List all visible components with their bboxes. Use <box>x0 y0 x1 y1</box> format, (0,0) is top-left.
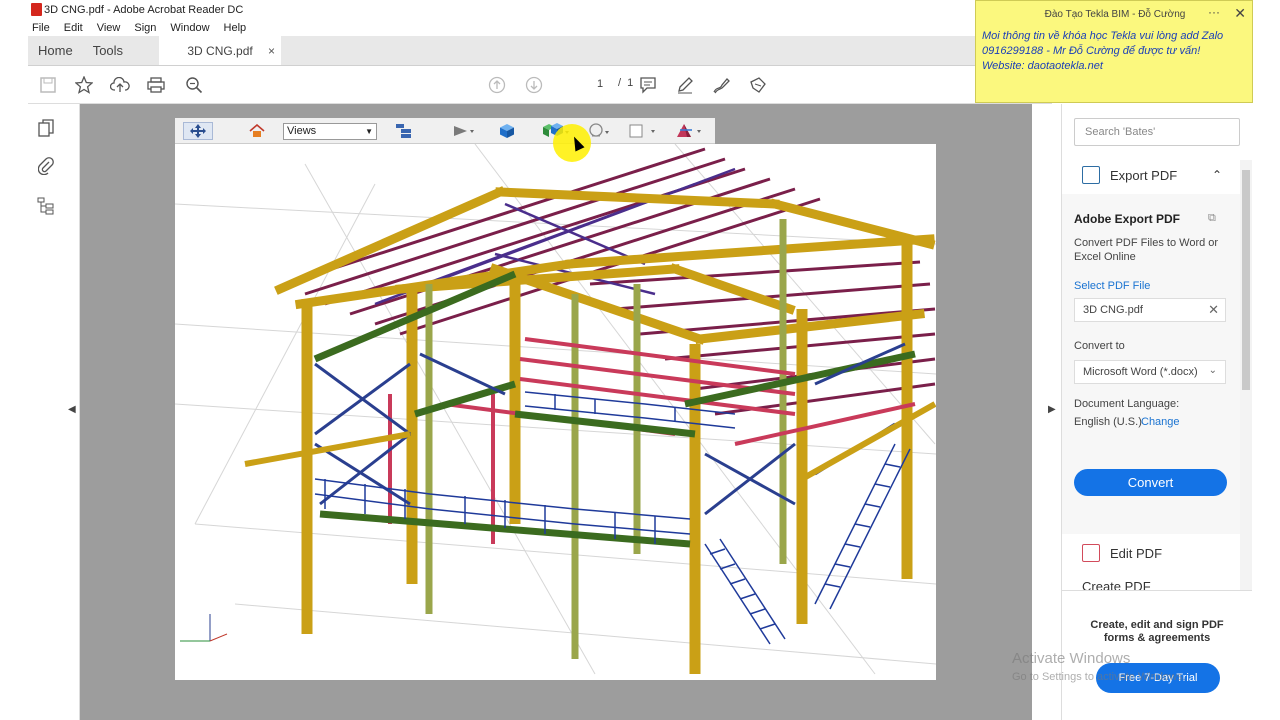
acrobat-pdf-icon <box>31 3 42 16</box>
3d-model-canvas <box>175 144 936 675</box>
share-send-icon[interactable] <box>748 75 768 95</box>
notification-line-3: Website: daotaotekla.net <box>982 60 1103 72</box>
page-total: 1 <box>627 77 634 89</box>
next-page-icon[interactable] <box>524 75 544 95</box>
document-language-value: English (U.S.) <box>1074 416 1142 428</box>
bookmark-star-icon[interactable] <box>74 75 94 95</box>
print-icon[interactable] <box>146 75 166 95</box>
edit-pdf-icon <box>1082 544 1100 562</box>
right-splitter <box>1032 104 1062 720</box>
menu-edit[interactable]: Edit <box>64 22 83 34</box>
format-dropdown[interactable]: Microsoft Word (*.docx) ⌄ <box>1074 360 1226 384</box>
views-dropdown[interactable]: Views ▼ <box>283 123 377 140</box>
page-indicator: 1 / 1 <box>588 77 633 91</box>
chevron-up-icon[interactable]: ⌃ <box>1212 168 1222 182</box>
tab-home[interactable]: Home <box>28 36 83 65</box>
lighting-icon[interactable] <box>587 122 611 140</box>
menu-help[interactable]: Help <box>224 22 247 34</box>
convert-to-label: Convert to <box>1074 340 1125 352</box>
cube-view-icon[interactable] <box>499 122 515 140</box>
close-tab-icon[interactable]: × <box>268 44 275 58</box>
home-view-icon[interactable] <box>249 122 265 140</box>
export-pdf-icon <box>1082 166 1100 184</box>
model-tree-icon[interactable] <box>395 122 413 140</box>
export-pdf-header[interactable]: Export PDF ⌃ <box>1082 166 1222 184</box>
activate-windows-subtext: Go to Settings to activate Windows. <box>1012 671 1186 683</box>
rotate-tool-icon[interactable] <box>183 122 213 140</box>
edit-pdf-tool[interactable]: Edit PDF <box>1082 544 1162 562</box>
fill-sign-icon[interactable] <box>711 75 731 95</box>
export-description: Convert PDF Files to Word or Excel Onlin… <box>1074 237 1219 263</box>
axis-triad-icon <box>180 614 228 642</box>
chevron-down-icon: ⌄ <box>1208 365 1217 376</box>
side-panel-scrollbar[interactable] <box>1240 160 1252 590</box>
selected-file-name: 3D CNG.pdf <box>1083 304 1143 316</box>
edit-pdf-label: Edit PDF <box>1110 545 1163 561</box>
structure-tree-icon[interactable] <box>36 196 56 216</box>
copy-icon[interactable]: ⧉ <box>1208 212 1216 225</box>
3d-viewer-toolbar: Views ▼ <box>175 118 715 144</box>
tab-tools[interactable]: Tools <box>83 36 133 65</box>
change-language-link[interactable]: Change <box>1141 416 1180 428</box>
notification-body: Moi thông tin về khóa học Tekla vui lòng… <box>982 29 1250 74</box>
adobe-export-title: Adobe Export PDF <box>1074 212 1181 226</box>
menu-view[interactable]: View <box>97 22 121 34</box>
create-pdf-label: Create PDF <box>1082 582 1151 590</box>
main-toolbar: 1 / 1 <box>28 66 1052 104</box>
scrollbar-thumb[interactable] <box>1242 170 1250 390</box>
menu-window[interactable]: Window <box>170 22 209 34</box>
background-color-icon[interactable] <box>629 122 659 140</box>
document-language-label: Document Language: <box>1074 398 1180 410</box>
more-options-icon[interactable]: ··· <box>1208 5 1220 19</box>
cross-section-icon[interactable] <box>675 122 705 140</box>
collapse-right-icon[interactable]: ▶ <box>1048 404 1056 415</box>
play-animation-icon[interactable] <box>453 122 475 140</box>
zoom-search-icon[interactable] <box>184 75 204 95</box>
tab-bar: Home Tools 3D CNG.pdf × <box>28 36 1028 66</box>
right-edge <box>1252 0 1280 720</box>
create-pdf-tool[interactable]: Create PDF <box>1082 582 1151 590</box>
previous-page-icon[interactable] <box>487 75 507 95</box>
menu-sign[interactable]: Sign <box>134 22 156 34</box>
search-tools-input[interactable]: Search 'Bates' <box>1074 118 1240 146</box>
chevron-down-icon: ▼ <box>365 127 373 136</box>
convert-button[interactable]: Convert <box>1074 469 1227 496</box>
save-icon[interactable] <box>38 75 58 95</box>
selected-file-field[interactable]: 3D CNG.pdf ✕ <box>1074 298 1226 322</box>
activate-windows-watermark: Activate Windows <box>1012 650 1131 667</box>
tab-document[interactable]: 3D CNG.pdf × <box>159 36 282 65</box>
3d-steel-structure-model[interactable] <box>175 144 936 680</box>
page-separator: / <box>618 77 622 89</box>
highlight-pen-icon[interactable] <box>675 75 695 95</box>
remove-file-icon[interactable]: ✕ <box>1208 302 1219 318</box>
attachment-icon[interactable] <box>36 156 56 176</box>
page-thumbnails-icon[interactable] <box>36 118 56 138</box>
close-icon[interactable]: ✕ <box>1234 5 1246 22</box>
export-pdf-label: Export PDF <box>1110 167 1178 183</box>
notification-popup[interactable]: Đào Tạo Tekla BIM - Đỗ Cường ··· ✕ Moi t… <box>975 0 1253 103</box>
comment-icon[interactable] <box>638 75 658 95</box>
views-dropdown-label: Views <box>287 125 317 137</box>
cloud-upload-icon[interactable] <box>110 75 130 95</box>
select-pdf-file-link[interactable]: Select PDF File <box>1074 280 1150 292</box>
format-dropdown-value: Microsoft Word (*.docx) <box>1083 366 1198 378</box>
tab-document-label: 3D CNG.pdf <box>187 43 253 58</box>
window-title: 3D CNG.pdf - Adobe Acrobat Reader DC <box>44 4 244 16</box>
collapse-left-icon[interactable]: ◀ <box>68 404 76 415</box>
notification-line-2: 0916299188 - Mr Đỗ Cường để được tư vấn! <box>982 45 1201 57</box>
promo-text: Create, edit and sign PDF forms & agreem… <box>1090 619 1224 644</box>
notification-line-1: Moi thông tin về khóa học Tekla vui lòng… <box>982 30 1224 42</box>
menu-file[interactable]: File <box>32 22 50 34</box>
page-number-input[interactable]: 1 <box>588 77 612 91</box>
